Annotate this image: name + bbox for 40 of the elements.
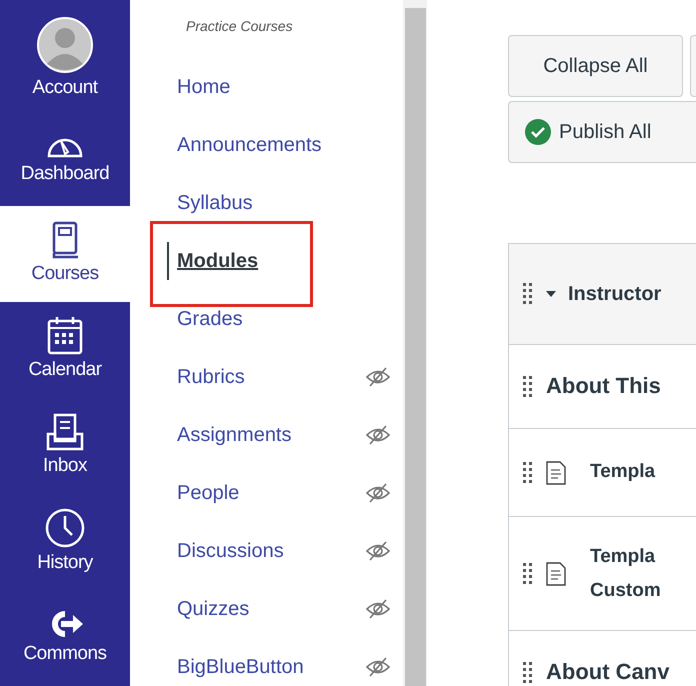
- global-nav-item[interactable]: History: [0, 494, 130, 590]
- module-title[interactable]: Instructor: [568, 282, 662, 306]
- caret-icon: [546, 291, 556, 297]
- global-nav-item[interactable]: Commons: [0, 590, 130, 686]
- collapse-all-button[interactable]: Collapse All: [508, 35, 683, 97]
- global-nav-item[interactable]: Courses: [0, 206, 130, 302]
- global-nav-item[interactable]: Calendar: [0, 302, 130, 398]
- item-title[interactable]: Custom: [590, 574, 661, 607]
- course-nav-link[interactable]: Announcements: [177, 130, 322, 160]
- item-title[interactable]: Templa: [590, 461, 656, 484]
- course-nav-link[interactable]: Rubrics: [177, 362, 245, 392]
- published-check-icon: [525, 119, 551, 145]
- course-nav-link[interactable]: Modules: [167, 242, 258, 280]
- drag-handle-icon: [523, 562, 532, 584]
- course-nav-link[interactable]: Home: [177, 72, 230, 102]
- course-nav-link[interactable]: Discussions: [177, 536, 284, 566]
- calendar-icon: [46, 316, 84, 356]
- drag-handle-icon: [523, 376, 532, 398]
- global-nav-item[interactable]: Inbox: [0, 398, 130, 494]
- course-nav-link[interactable]: Syllabus: [177, 188, 253, 218]
- drag-handle-icon: [523, 662, 532, 684]
- course-title: Practice Courses: [185, 17, 294, 36]
- item-title[interactable]: Templa: [590, 540, 661, 574]
- clock-icon: [44, 506, 86, 549]
- global-nav-item[interactable]: Dashboard: [0, 110, 130, 206]
- inbox-icon: [45, 412, 85, 452]
- global-nav-item[interactable]: Account: [0, 0, 130, 110]
- course-nav-link[interactable]: BigBlueButton: [177, 652, 304, 682]
- document-icon: [546, 562, 566, 586]
- module-title[interactable]: About This: [546, 373, 661, 400]
- course-nav-link[interactable]: Grades: [177, 304, 243, 334]
- course-nav-link[interactable]: People: [177, 478, 240, 508]
- drag-handle-icon: [523, 283, 532, 305]
- document-icon: [546, 460, 566, 484]
- course-nav-link[interactable]: Quizzes: [177, 594, 250, 624]
- course-nav-link[interactable]: Assignments: [177, 420, 292, 450]
- publish-all-button[interactable]: Publish All: [508, 101, 696, 163]
- module-title[interactable]: About Canv: [546, 659, 670, 686]
- avatar-icon: [36, 16, 94, 74]
- drag-handle-icon: [523, 462, 532, 484]
